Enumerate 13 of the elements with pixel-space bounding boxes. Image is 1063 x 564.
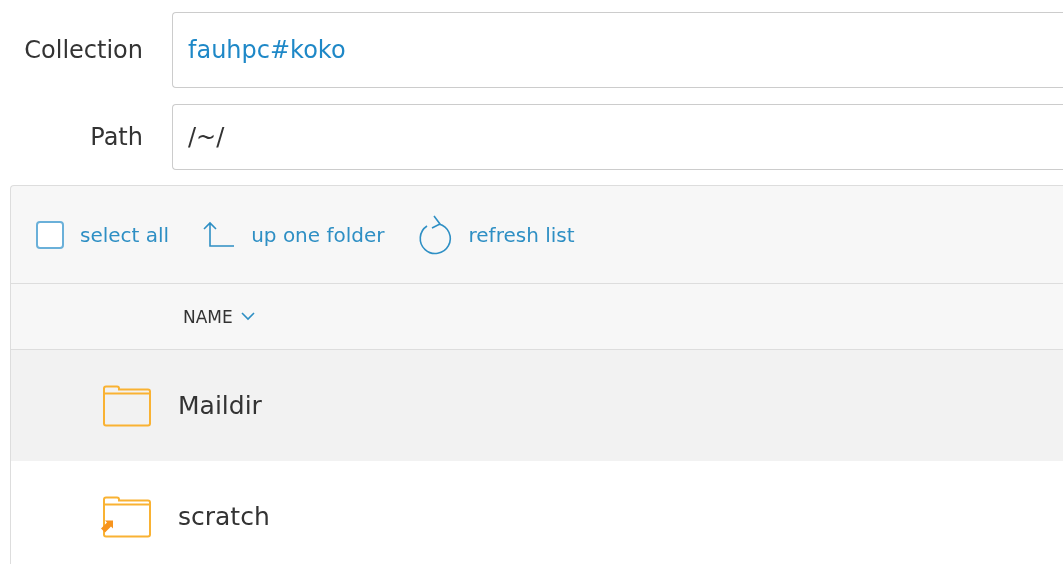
input-field[interactable]: fauhpc#koko <box>172 12 1063 88</box>
field-label: Collection <box>23 36 143 64</box>
file-name: Maildir <box>178 391 262 420</box>
column-header[interactable]: NAME <box>183 306 255 327</box>
file-row[interactable]: Maildir <box>11 350 1063 461</box>
folder-icon <box>100 383 152 428</box>
folder-shortcut-icon <box>100 494 152 539</box>
checkbox[interactable] <box>36 220 64 249</box>
field-label: Path <box>89 123 143 151</box>
file-name: scratch <box>178 502 270 531</box>
input-field[interactable]: /~/ <box>172 104 1063 170</box>
file-row[interactable]: scratch <box>11 461 1063 564</box>
up-arrow-icon <box>201 220 236 249</box>
